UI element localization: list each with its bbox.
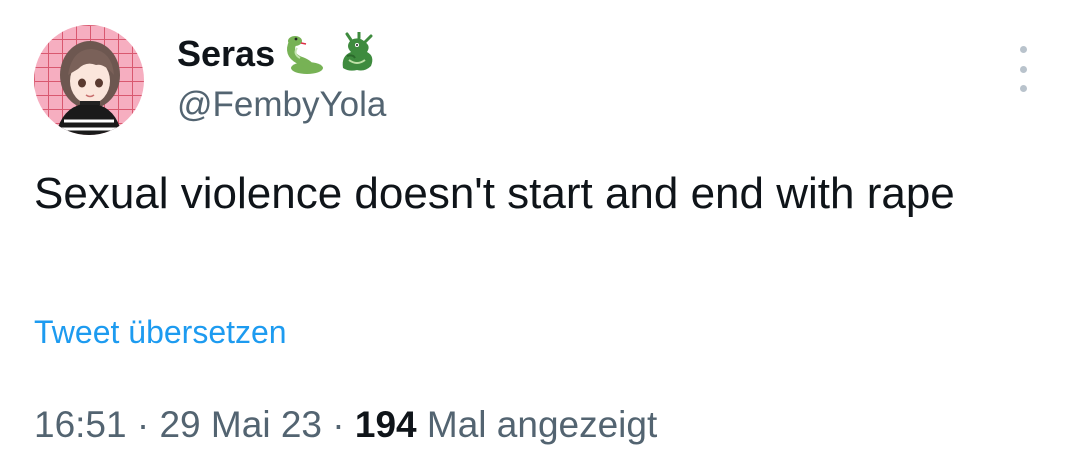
display-name-text: Seras: [177, 33, 276, 74]
tweet-time[interactable]: 16:51: [34, 404, 127, 445]
avatar[interactable]: [34, 25, 144, 135]
translate-tweet-link[interactable]: Tweet übersetzen: [34, 312, 287, 352]
more-icon-dot: [1019, 85, 1027, 92]
more-options-button[interactable]: [1008, 46, 1038, 92]
tweet-metadata: 16:51 · 29 Mai 23 · 194 Mal angezeigt: [34, 402, 657, 448]
dragon-icon: [335, 32, 379, 76]
more-icon-dot: [1019, 46, 1027, 53]
views-label: Mal angezeigt: [426, 404, 658, 445]
snake-icon: [283, 32, 327, 76]
views-count[interactable]: 194: [355, 404, 417, 445]
tweet-text: Sexual violence doesn't start and end wi…: [34, 169, 955, 218]
more-icon-dot: [1019, 65, 1027, 73]
avatar-image: [34, 25, 144, 135]
display-name[interactable]: Seras: [177, 32, 379, 76]
user-handle[interactable]: @FembyYola: [177, 84, 386, 126]
meta-separator: ·: [321, 404, 355, 445]
tweet-card: Seras @FembyYola Sexual violence doesn't…: [0, 0, 1080, 451]
meta-separator: ·: [126, 404, 160, 445]
tweet-date[interactable]: 29 Mai 23: [159, 404, 322, 445]
